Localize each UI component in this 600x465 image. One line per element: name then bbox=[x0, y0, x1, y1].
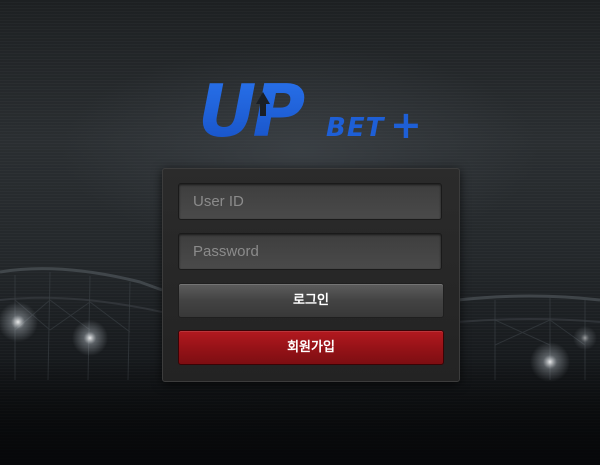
brand-logo: UP BET + bbox=[198, 72, 422, 144]
logo-plus-icon: + bbox=[390, 103, 422, 144]
logo-main-text: UP bbox=[198, 72, 304, 144]
login-screen: UP BET + 로그인 회원가입 bbox=[0, 0, 600, 465]
user-id-input[interactable] bbox=[178, 183, 442, 220]
stadium-light bbox=[0, 302, 38, 342]
login-panel: 로그인 회원가입 bbox=[162, 168, 460, 382]
stadium-light bbox=[72, 320, 108, 356]
password-input[interactable] bbox=[178, 233, 442, 270]
signup-button[interactable]: 회원가입 bbox=[178, 330, 444, 365]
stadium-light bbox=[573, 326, 597, 350]
login-button[interactable]: 로그인 bbox=[178, 283, 444, 318]
logo-sub-text: BET bbox=[326, 113, 386, 143]
